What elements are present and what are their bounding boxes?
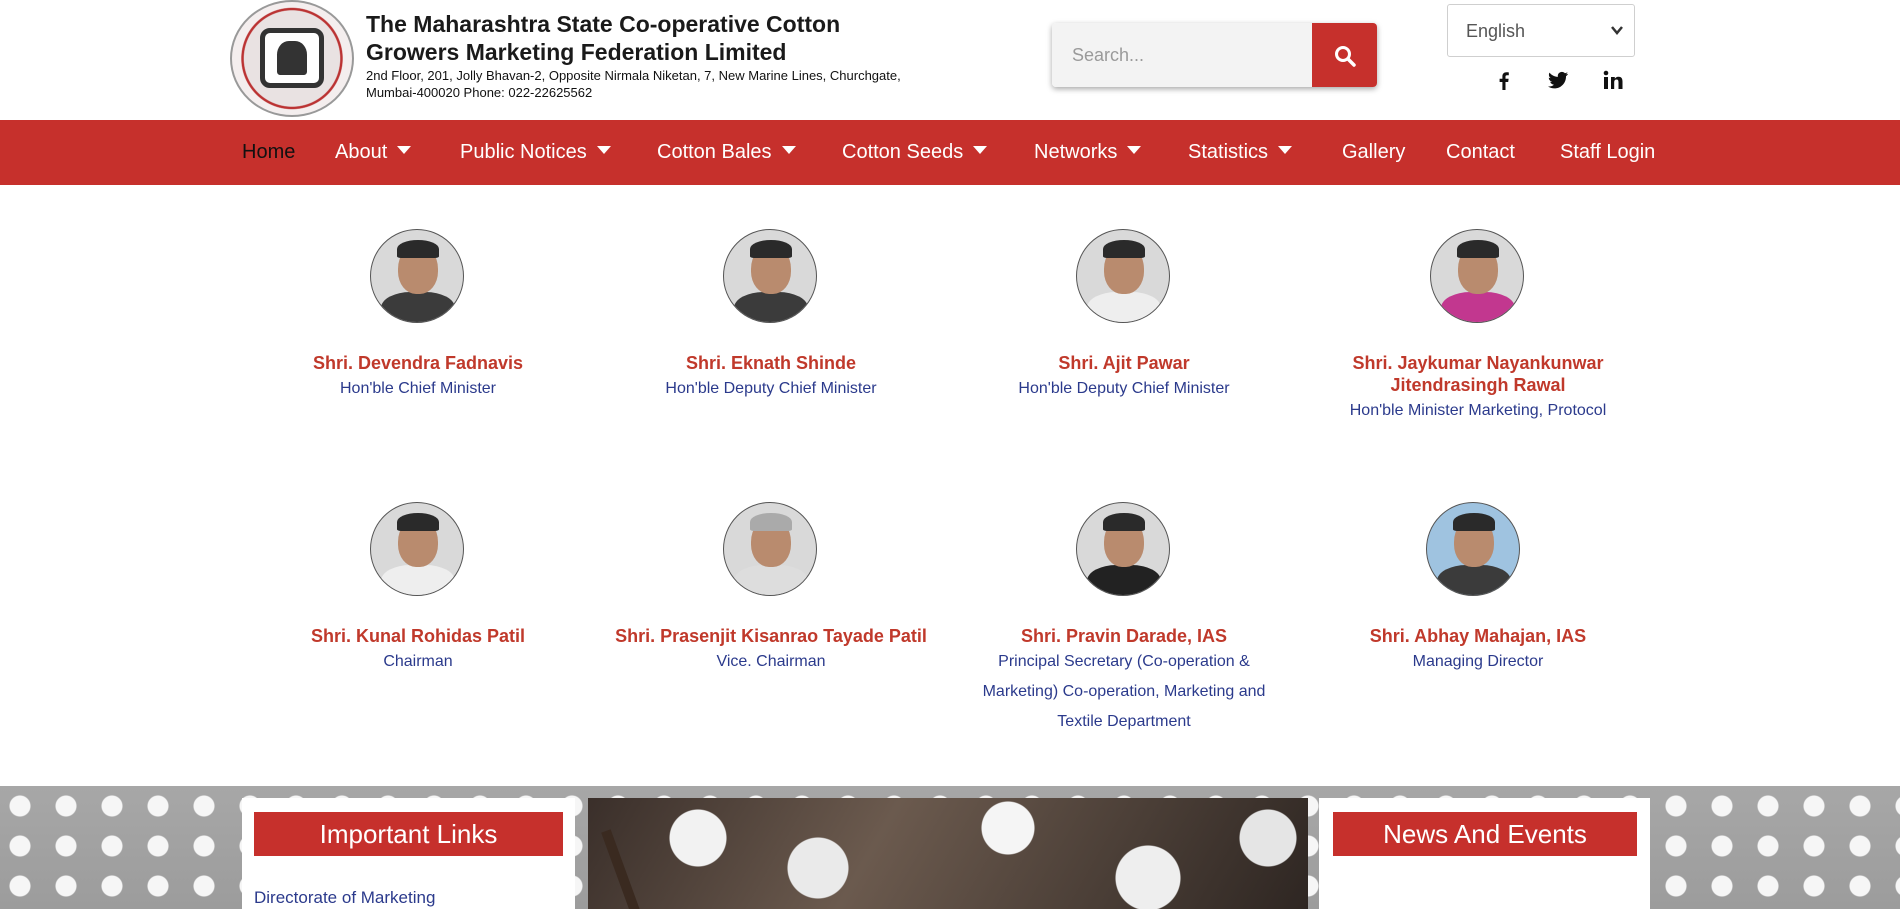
person-name: Shri. Prasenjit Kisanrao Tayade Patil xyxy=(615,626,927,646)
search-box xyxy=(1052,23,1377,87)
nav-label: Public Notices xyxy=(460,141,587,163)
nav-public-notices[interactable]: Public Notices xyxy=(460,120,611,185)
person-title: Hon'ble Chief Minister xyxy=(339,380,496,397)
nav-label: Networks xyxy=(1034,141,1118,163)
nav-contact[interactable]: Contact xyxy=(1446,120,1515,185)
person-card: Shri. Eknath Shinde Hon'ble Deputy Chief… xyxy=(606,352,936,404)
org-name: The Maharashtra State Co-operative Cotto… xyxy=(366,11,841,65)
nav-label: Contact xyxy=(1446,141,1515,163)
nav-label: Statistics xyxy=(1188,141,1269,163)
person-name: Shri. Abhay Mahajan, IAS xyxy=(1369,626,1587,646)
person-name: Shri. Eknath Shinde xyxy=(685,353,857,373)
nav-label: Home xyxy=(242,141,296,163)
nav-cotton-seeds[interactable]: Cotton Seeds xyxy=(842,120,988,185)
person-photo xyxy=(1076,229,1170,323)
search-icon xyxy=(1335,46,1356,67)
person-card: Shri. Prasenjit Kisanrao Tayade Patil Vi… xyxy=(606,625,936,677)
person-title: Hon'ble Deputy Chief Minister xyxy=(665,380,877,397)
news-events-heading: News And Events xyxy=(1333,812,1637,856)
nav-cotton-bales[interactable]: Cotton Bales xyxy=(657,120,796,185)
important-links-panel: Important Links Directorate of Marketing xyxy=(242,798,575,909)
person-card: Shri. Kunal Rohidas Patil Chairman xyxy=(253,625,583,677)
person-card: Shri. Jaykumar Nayankunwar Jitendrasingh… xyxy=(1313,352,1643,426)
caret-down-icon xyxy=(1278,145,1293,154)
nav-label: Cotton Bales xyxy=(657,141,772,163)
chevron-down-icon xyxy=(1611,26,1623,35)
federation-logo[interactable] xyxy=(230,0,354,117)
caret-down-icon xyxy=(596,145,611,154)
important-links-heading: Important Links xyxy=(254,812,563,856)
caret-down-icon xyxy=(781,145,796,154)
person-card: Shri. Ajit Pawar Hon'ble Deputy Chief Mi… xyxy=(959,352,1289,404)
nav-statistics[interactable]: Statistics xyxy=(1188,120,1293,185)
site-header: The Maharashtra State Co-operative Cotto… xyxy=(0,0,1900,120)
person-photo xyxy=(1430,229,1524,323)
person-title: Managing Director xyxy=(1412,653,1544,670)
person-title: Vice. Chairman xyxy=(716,653,826,670)
nav-label: Gallery xyxy=(1342,141,1406,163)
nav-label: Cotton Seeds xyxy=(842,141,964,163)
person-card: Shri. Pravin Darade, IAS Principal Secre… xyxy=(959,625,1289,737)
person-title: Hon'ble Deputy Chief Minister xyxy=(1018,380,1230,397)
person-photo xyxy=(723,229,817,323)
person-name: Shri. Devendra Fadnavis xyxy=(312,353,524,373)
language-selected: English xyxy=(1466,21,1526,41)
person-card: Shri. Devendra Fadnavis Hon'ble Chief Mi… xyxy=(253,352,583,404)
nav-gallery[interactable]: Gallery xyxy=(1342,120,1405,185)
person-title: Chairman xyxy=(383,653,453,670)
nav-label: About xyxy=(335,141,388,163)
nav-about[interactable]: About xyxy=(335,120,412,185)
person-photo xyxy=(370,229,464,323)
person-name: Shri. Ajit Pawar xyxy=(1058,353,1190,373)
facebook-icon[interactable] xyxy=(1492,68,1516,92)
nav-home[interactable]: Home xyxy=(242,120,295,185)
search-input[interactable] xyxy=(1052,23,1312,87)
news-events-panel: News And Events xyxy=(1319,798,1650,909)
main-nav: Home About Public Notices Cotton Bales C… xyxy=(0,120,1900,185)
person-photo xyxy=(1076,502,1170,596)
person-card: Shri. Abhay Mahajan, IAS Managing Direct… xyxy=(1313,625,1643,677)
nav-networks[interactable]: Networks xyxy=(1034,120,1142,185)
person-name: Shri. Pravin Darade, IAS xyxy=(1020,626,1228,646)
person-title: Hon'ble Minister Marketing, Protocol xyxy=(1349,402,1607,419)
cotton-banner-image xyxy=(588,798,1308,909)
person-name: Shri. Kunal Rohidas Patil xyxy=(310,626,526,646)
person-photo xyxy=(723,502,817,596)
twitter-icon[interactable] xyxy=(1546,68,1570,92)
caret-down-icon xyxy=(1127,145,1142,154)
caret-down-icon xyxy=(397,145,412,154)
linkedin-icon[interactable] xyxy=(1601,68,1625,92)
link-directorate-of-marketing[interactable]: Directorate of Marketing xyxy=(254,888,435,908)
person-title: Principal Secretary (Co-operation & Mark… xyxy=(982,653,1266,730)
org-address: 2nd Floor, 201, Jolly Bhavan-2, Opposite… xyxy=(366,68,901,100)
search-button[interactable] xyxy=(1312,23,1377,87)
language-select[interactable]: English xyxy=(1447,4,1635,57)
caret-down-icon xyxy=(973,145,988,154)
person-photo xyxy=(1426,502,1520,596)
nav-label: Staff Login xyxy=(1560,141,1656,163)
nav-staff-login[interactable]: Staff Login xyxy=(1560,120,1655,185)
person-name: Shri. Jaykumar Nayankunwar Jitendrasingh… xyxy=(1352,353,1604,395)
person-photo xyxy=(370,502,464,596)
